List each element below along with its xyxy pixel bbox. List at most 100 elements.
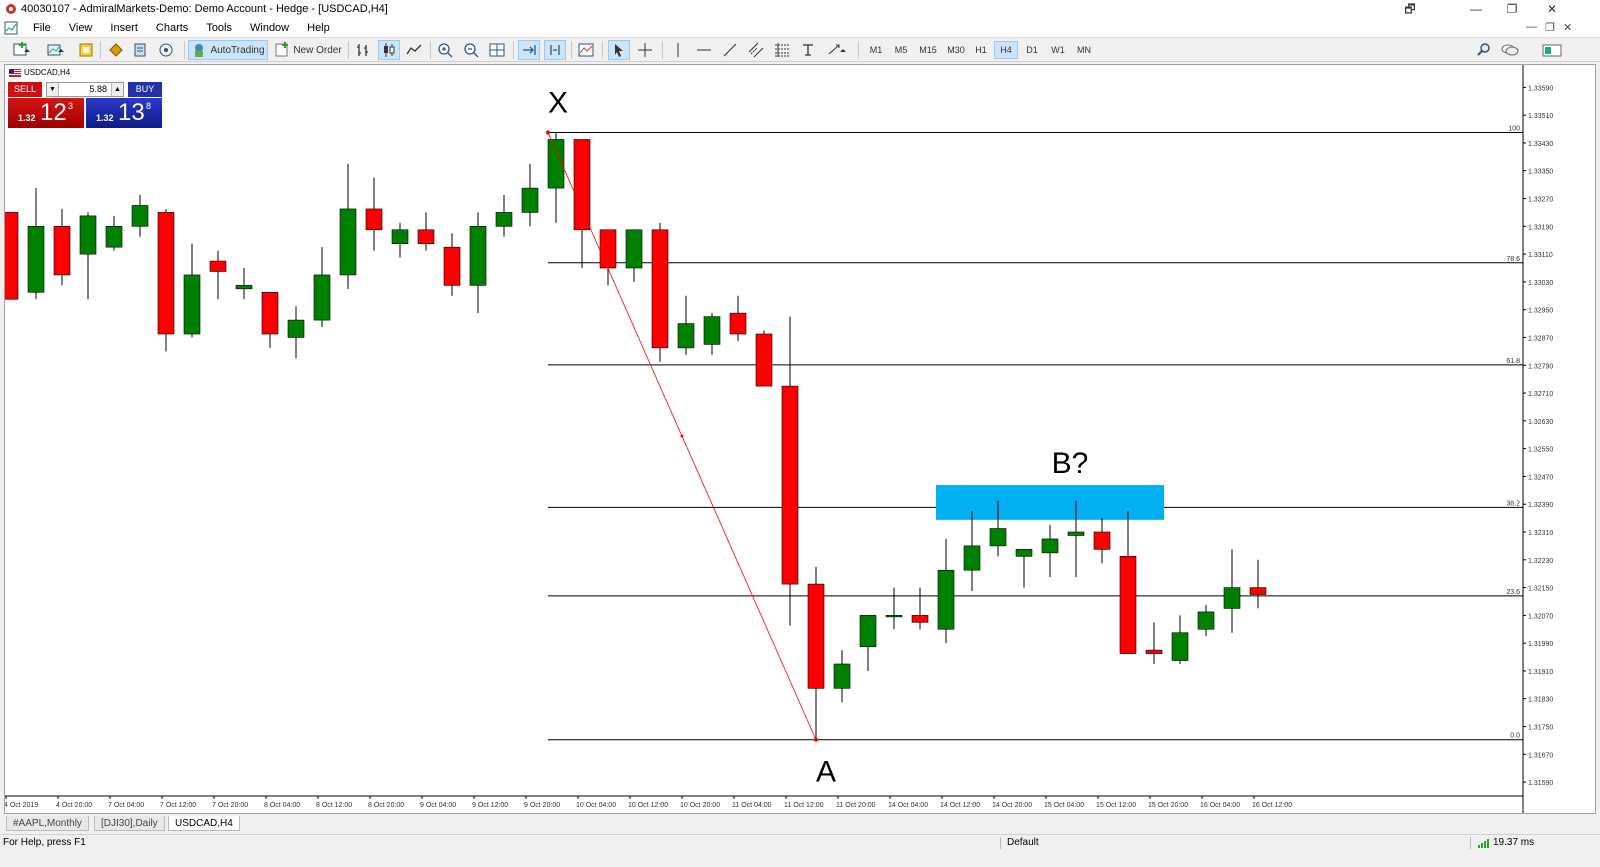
equidistant-channel-icon[interactable] [746,40,766,60]
time-tick-label: 7 Oct 20:00 [212,802,248,809]
chart-window[interactable]: 1.33590 1.33510 1.33430 1.33350 1.33270 1.331… [4,64,1596,814]
tab-dji30-daily[interactable]: [DJI30],Daily [94,816,165,831]
sell-price-prefix: 1.32 [18,113,36,123]
volume-value[interactable]: 5.88 [89,84,107,94]
sell-price-button[interactable]: 1.32 12 3 [8,98,84,128]
cursor-tool-icon[interactable] [608,40,630,60]
time-tick-label: 10 Oct 04:00 [576,802,616,809]
fib-level-label: 78.6 [1506,256,1520,263]
b-zone-rectangle [936,485,1164,520]
price-tick-label: 1.32550 [1528,447,1553,454]
timeframe-m1[interactable]: M1 [864,41,888,59]
price-tick-label: 1.32630 [1528,419,1553,426]
price-chart[interactable]: 1.33590 1.33510 1.33430 1.33350 1.33270 1.331… [5,65,1595,813]
chart-symbol-label: USDCAD,H4 [9,68,70,77]
bull-candle [469,226,487,286]
chart-window-icon[interactable] [4,21,18,35]
price-tick-label: 1.32310 [1528,530,1553,537]
time-tick-label: 9 Oct 20:00 [524,802,560,809]
bull-candle [625,229,643,269]
search-icon[interactable] [1474,40,1494,60]
bear-candle [53,226,71,276]
bull-candle [1041,538,1059,554]
price-tick-label: 1.33590 [1528,85,1553,92]
timeframe-m15[interactable]: M15 [914,41,942,59]
buy-price-big: 13 [118,99,145,126]
timeframe-h4[interactable]: H4 [994,41,1018,59]
menu-window[interactable]: Window [241,22,298,34]
timeframe-w1[interactable]: W1 [1046,41,1070,59]
mdi-close-button[interactable]: ✕ [1563,21,1572,34]
candlestick-chart-icon[interactable] [378,40,400,60]
time-tick-label: 8 Oct 04:00 [264,802,300,809]
time-tick-label: 4 Oct 20:00 [56,802,92,809]
chat-icon[interactable] [1500,40,1520,60]
trendline-icon[interactable] [720,40,740,60]
arrows-tool-icon[interactable] [824,40,852,60]
price-tick-label: 1.33190 [1528,224,1553,231]
sell-button[interactable]: SELL [8,82,42,97]
market-icon[interactable] [1540,40,1564,60]
menu-view[interactable]: View [60,22,102,34]
crosshair-tool-icon[interactable] [635,40,655,60]
terminal-icon[interactable] [130,40,150,60]
signals-icon[interactable] [156,40,176,60]
timeframe-m30[interactable]: M30 [942,41,970,59]
auto-scroll-icon[interactable] [518,40,540,60]
tab-usdcad-h4[interactable]: USDCAD,H4 [168,816,240,831]
label-a-point: A [816,756,836,789]
menu-insert[interactable]: Insert [101,22,147,34]
bull-candle [989,528,1007,547]
new-chart-icon[interactable] [6,40,38,60]
indicators-icon[interactable] [576,40,596,60]
zoom-in-icon[interactable] [435,40,455,60]
navigator-icon[interactable] [106,40,126,60]
menu-help[interactable]: Help [298,22,339,34]
tab-aapl-monthly[interactable]: #AAPL,Monthly [6,816,89,831]
autotrading-icon [195,44,204,57]
restore-down-icon[interactable]: 🗗 [1390,0,1430,18]
volume-increase-icon[interactable]: ▲ [111,83,123,96]
line-chart-icon[interactable] [404,40,424,60]
autotrading-button[interactable]: AutoTrading [188,40,268,60]
ping-value: 19.37 ms [1493,837,1535,848]
market-watch-icon[interactable] [76,40,96,60]
profiles-icon[interactable] [40,40,72,60]
new-order-button[interactable]: New Order [272,40,344,60]
buy-price-button[interactable]: 1.32 13 8 [86,98,162,128]
minimize-button[interactable]: — [1456,0,1496,18]
tile-windows-icon[interactable] [487,40,507,60]
mdi-restore-button[interactable]: ❐ [1545,21,1555,34]
menu-charts[interactable]: Charts [147,22,197,34]
price-tick-label: 1.31750 [1528,725,1553,732]
timeframe-h1[interactable]: H1 [969,41,993,59]
buy-price-pipette: 8 [146,101,152,111]
mdi-minimize-button[interactable]: — [1526,21,1537,33]
menu-file[interactable]: File [24,22,60,34]
timeframe-m5[interactable]: M5 [889,41,913,59]
bull-candle [495,212,513,227]
bull-candle [27,226,45,293]
timeframe-d1[interactable]: D1 [1020,41,1044,59]
timeframe-mn[interactable]: MN [1072,41,1096,59]
text-tool-icon[interactable] [798,40,818,60]
fibonacci-retracement-icon[interactable] [772,40,792,60]
close-button[interactable]: ✕ [1532,0,1572,18]
autotrading-label: AutoTrading [210,44,265,56]
bar-chart-icon[interactable] [353,40,373,60]
zoom-out-icon[interactable] [461,40,481,60]
menu-tools[interactable]: Tools [197,22,241,34]
price-tick-label: 1.32470 [1528,474,1553,481]
price-tick-label: 1.33510 [1528,113,1553,120]
time-tick-label: 7 Oct 04:00 [108,802,144,809]
buy-button[interactable]: BUY [128,82,162,97]
volume-stepper[interactable]: ▼ 5.88 ▲ [46,82,124,97]
profile-name[interactable]: Default [1007,835,1039,851]
horizontal-line-icon[interactable] [694,40,714,60]
bear-candle [157,212,175,335]
connection-status[interactable]: 19.37 ms [1478,835,1534,851]
chart-shift-icon[interactable] [544,40,566,60]
vertical-line-icon[interactable] [668,40,688,60]
maximize-button[interactable]: ❐ [1492,0,1532,18]
volume-decrease-icon[interactable]: ▼ [47,83,59,96]
